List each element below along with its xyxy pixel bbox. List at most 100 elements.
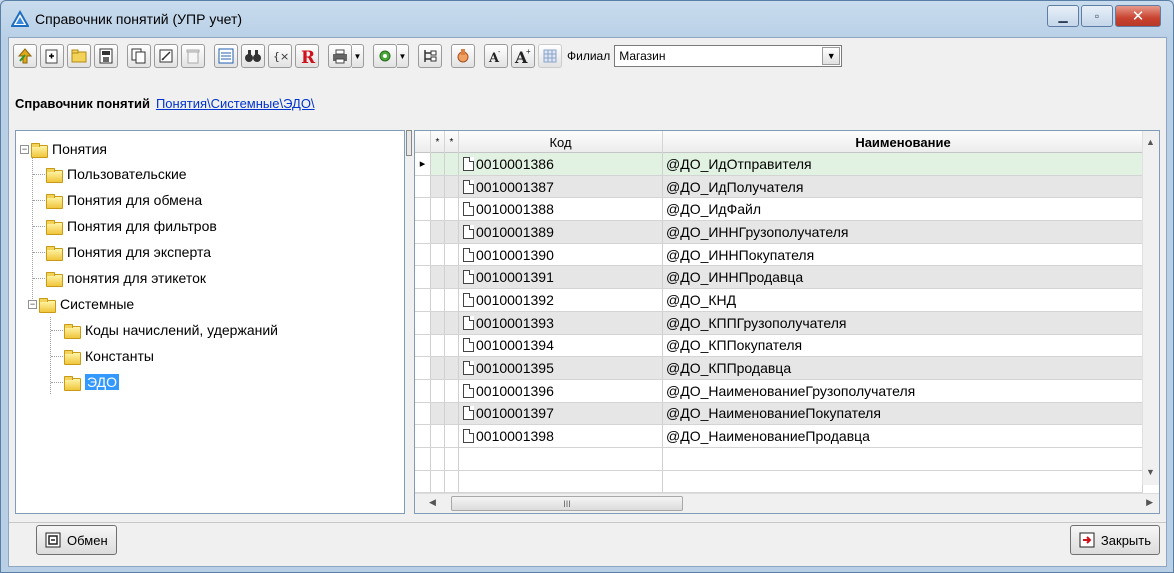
mark-cell[interactable] [445, 311, 459, 334]
row-indicator[interactable] [415, 334, 431, 357]
code-cell[interactable]: 0010001388 [459, 198, 663, 221]
table-row[interactable]: 0010001393 @ДО_КППГрузополучателя [415, 311, 1143, 335]
tree-node-root[interactable]: − Понятия [20, 138, 107, 160]
tree-node-expert[interactable]: Понятия для эксперта [46, 241, 211, 263]
row-indicator[interactable] [415, 266, 431, 289]
code-cell[interactable]: 0010001395 [459, 357, 663, 379]
row-indicator[interactable] [415, 425, 431, 447]
name-cell[interactable]: @ДО_ИдФайл [663, 198, 1143, 220]
name-cell[interactable]: @ДО_НаименованиеПродавца [663, 425, 1143, 447]
tree-node-constants[interactable]: Константы [64, 345, 154, 367]
code-cell[interactable]: 0010001387 [459, 175, 663, 198]
table-row[interactable]: 0010001392 @ДО_КНД [415, 289, 1143, 312]
code-cell[interactable]: 0010001390 [459, 243, 663, 266]
print-dropdown[interactable]: ▼ [352, 44, 364, 68]
mark-cell[interactable] [431, 221, 445, 243]
table-row[interactable]: 0010001395 @ДО_КППродавца [415, 357, 1143, 380]
table-row[interactable]: 0010001387 @ДО_ИдПолучателя [415, 175, 1143, 199]
tree-node-labels[interactable]: понятия для этикеток [46, 267, 206, 289]
code-cell[interactable]: 0010001396 [459, 379, 663, 402]
edit-button[interactable] [154, 44, 178, 68]
mark-cell[interactable] [445, 379, 459, 402]
font-decrease-button[interactable]: A- [484, 44, 508, 68]
code-cell[interactable]: 0010001394 [459, 334, 663, 357]
scroll-down-icon[interactable]: ▼ [1146, 467, 1155, 477]
tools-button[interactable] [373, 44, 397, 68]
exchange-button[interactable]: Обмен [36, 525, 117, 555]
row-indicator[interactable] [415, 175, 431, 198]
panel-splitter[interactable] [405, 130, 413, 514]
table-row[interactable]: 0010001391 @ДО_ИННПродавца [415, 266, 1143, 290]
mark-cell[interactable] [445, 153, 459, 175]
tree-node-filters[interactable]: Понятия для фильтров [46, 215, 217, 237]
title-bar[interactable]: Справочник понятий (УПР учет) ▁ ▫ ✕ [1, 1, 1173, 37]
mark-cell[interactable] [431, 175, 445, 198]
column-header-mark2[interactable]: * [445, 131, 459, 153]
name-cell[interactable]: @ДО_НаименованиеГрузополучателя [663, 380, 1143, 402]
mark-cell[interactable] [445, 175, 459, 198]
collapse-toggle[interactable]: − [20, 144, 29, 154]
table-row[interactable]: 0010001390 @ДО_ИННПокупателя [415, 243, 1143, 267]
name-cell[interactable]: @ДО_КНД [663, 289, 1143, 311]
scroll-right-icon[interactable]: ▶ [1146, 497, 1153, 508]
row-indicator[interactable] [415, 243, 431, 266]
table-row[interactable]: 0010001388 @ДО_ИдФайл [415, 198, 1143, 222]
mark-cell[interactable] [445, 266, 459, 289]
row-indicator[interactable] [415, 311, 431, 334]
delete-button[interactable] [181, 44, 205, 68]
mark-cell[interactable] [445, 425, 459, 447]
tools-dropdown[interactable]: ▼ [397, 44, 409, 68]
mark-cell[interactable] [431, 198, 445, 221]
font-increase-button[interactable]: A + [511, 44, 535, 68]
name-cell[interactable]: @ДО_НаименованиеПокупателя [663, 403, 1143, 425]
code-cell[interactable]: 0010001398 [459, 425, 663, 447]
grid-button[interactable] [538, 44, 562, 68]
branch-select[interactable]: Магазин ▼ [614, 45, 843, 67]
mark-cell[interactable] [445, 357, 459, 379]
column-header-name[interactable]: Наименование [663, 131, 1143, 153]
tree-node-accruals[interactable]: Коды начислений, удержаний [64, 319, 278, 341]
code-cell[interactable]: 0010001391 [459, 266, 663, 289]
list-view-button[interactable] [214, 44, 238, 68]
branch-dropdown-button[interactable]: ▼ [822, 47, 841, 65]
tree-node-user[interactable]: Пользовательские [46, 163, 187, 185]
row-indicator[interactable]: ▸ [415, 153, 431, 175]
print-button[interactable] [328, 44, 352, 68]
up-level-button[interactable] [13, 44, 37, 68]
horizontal-scroll-thumb[interactable]: III [451, 496, 683, 511]
row-indicator[interactable] [415, 357, 431, 379]
vertical-scrollbar[interactable]: ▲ ▼ [1142, 131, 1159, 485]
mark-cell[interactable] [445, 198, 459, 221]
row-indicator[interactable] [415, 402, 431, 425]
table-row[interactable]: 0010001398 @ДО_НаименованиеПродавца [415, 425, 1143, 448]
name-cell[interactable]: @ДО_КППокупателя [663, 335, 1143, 357]
mark-cell[interactable] [431, 311, 445, 334]
name-cell[interactable]: @ДО_ИдОтправителя [663, 153, 1143, 175]
mark-cell[interactable] [445, 402, 459, 425]
minimize-button[interactable]: ▁ [1047, 5, 1079, 27]
scroll-left-icon[interactable]: ◀ [429, 497, 436, 508]
code-cell[interactable]: 0010001389 [459, 221, 663, 243]
breadcrumb-path-link[interactable]: Понятия\Системные\ЭДО\ [156, 96, 315, 111]
mark-cell[interactable] [431, 425, 445, 447]
close-window-button[interactable]: ✕ [1115, 5, 1161, 27]
row-indicator[interactable] [415, 198, 431, 221]
code-cell[interactable]: 0010001393 [459, 311, 663, 334]
code-cell[interactable]: 0010001392 [459, 289, 663, 311]
brackets-button[interactable]: {×} [268, 44, 292, 68]
name-cell[interactable]: @ДО_ИННПокупателя [663, 244, 1143, 266]
scroll-up-icon[interactable]: ▲ [1146, 137, 1155, 147]
name-cell[interactable]: @ДО_КППродавца [663, 357, 1143, 379]
mark-cell[interactable] [445, 289, 459, 311]
row-indicator[interactable] [415, 221, 431, 243]
new-folder-button[interactable] [67, 44, 91, 68]
report-button[interactable]: R [295, 44, 319, 68]
mark-cell[interactable] [431, 379, 445, 402]
mark-cell[interactable] [445, 334, 459, 357]
name-cell[interactable]: @ДО_ИдПолучателя [663, 176, 1143, 198]
name-cell[interactable]: @ДО_КППГрузополучателя [663, 312, 1143, 334]
mark-cell[interactable] [445, 243, 459, 266]
code-cell[interactable]: 0010001386 [459, 153, 663, 175]
table-row[interactable]: 0010001389 @ДО_ИННГрузополучателя [415, 221, 1143, 244]
mark-cell[interactable] [431, 243, 445, 266]
